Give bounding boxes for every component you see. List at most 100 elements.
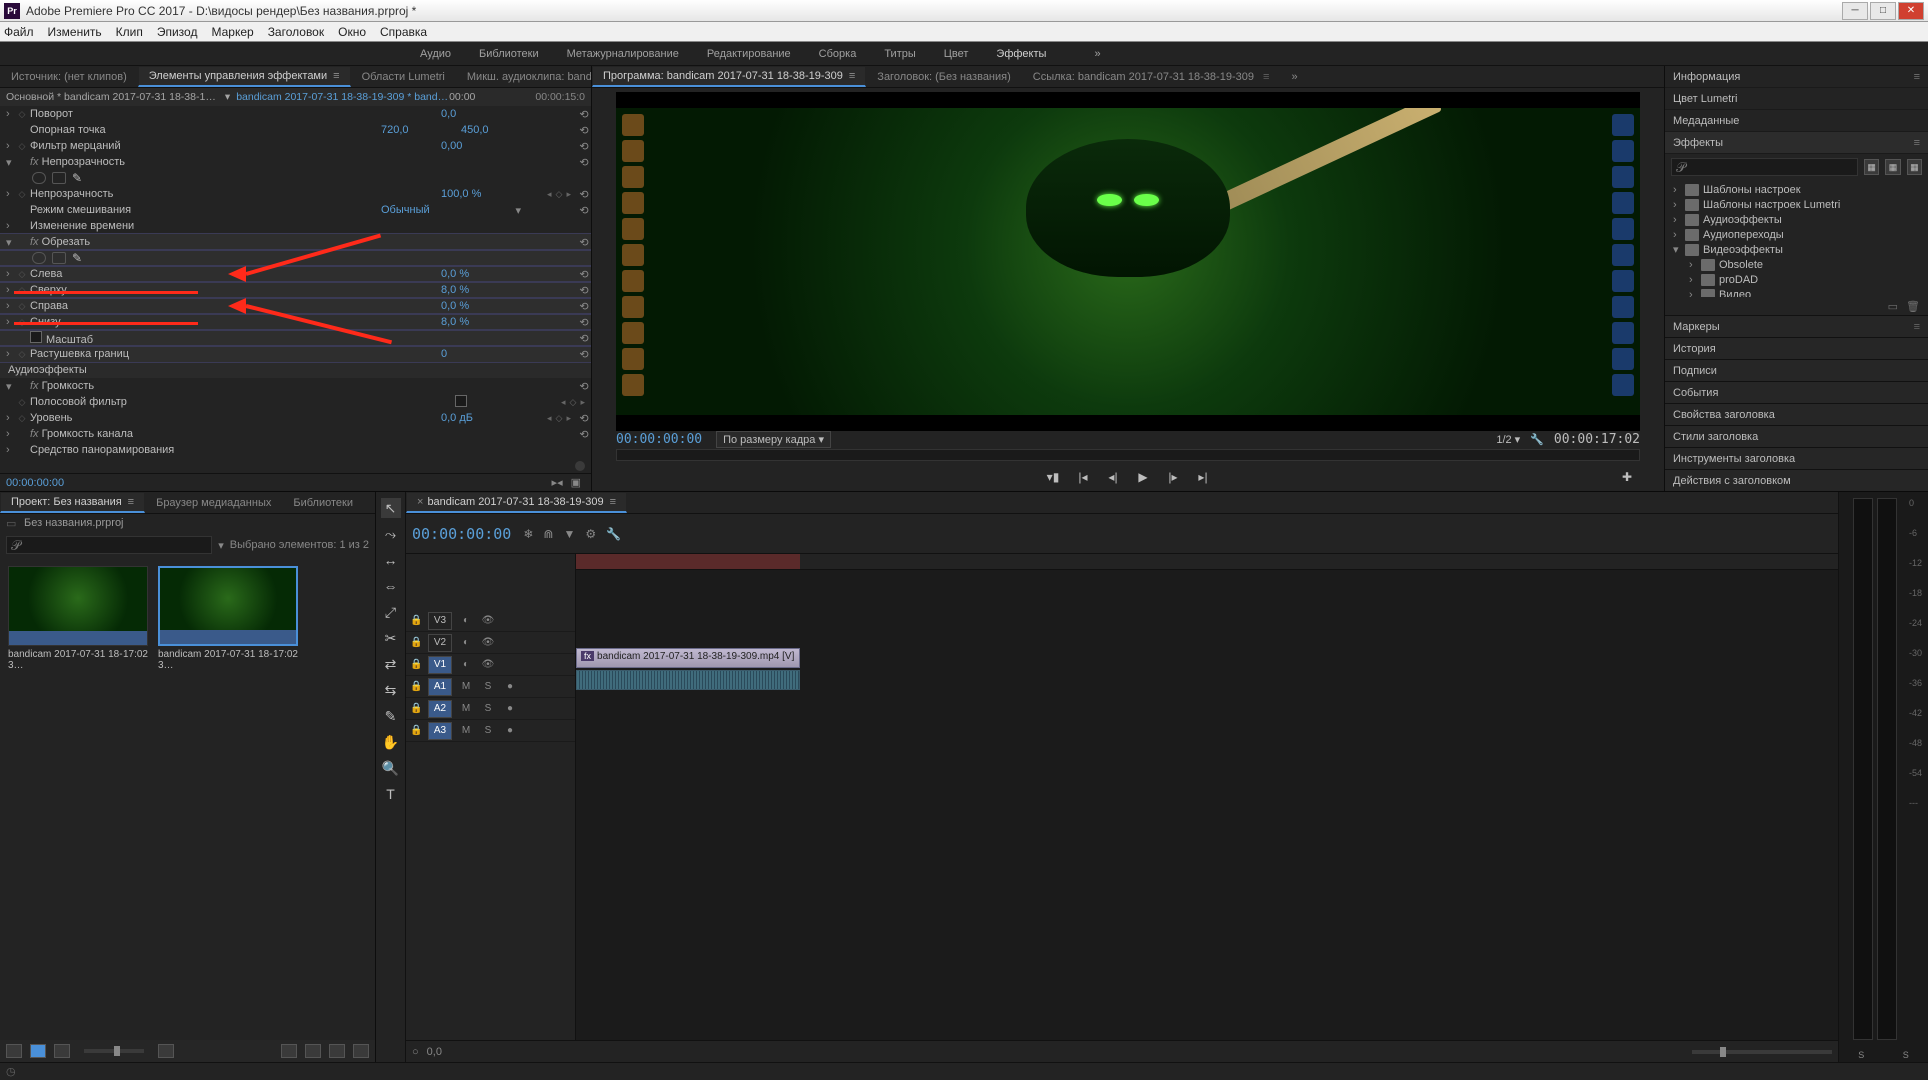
add-marker-icon[interactable]: ▾▮ xyxy=(1044,470,1062,484)
snap-icon[interactable]: ❄ xyxy=(523,527,533,541)
transport-controls[interactable]: ▾▮ |◂ ◂| ▶ |▸ ▸| ✚ xyxy=(592,463,1664,491)
new-item-icon[interactable] xyxy=(329,1044,345,1058)
icon-view-icon[interactable] xyxy=(30,1044,46,1058)
solo-left[interactable]: S xyxy=(1858,1050,1864,1060)
menu-window[interactable]: Окно xyxy=(338,25,366,39)
panel-info[interactable]: Информация≡ xyxy=(1665,66,1928,88)
prop-rotation[interactable]: Поворот xyxy=(28,108,441,120)
search-dropdown-icon[interactable]: ▾ xyxy=(218,539,224,552)
prop-anchor[interactable]: Опорная точка xyxy=(28,124,381,136)
list-view-icon[interactable] xyxy=(6,1044,22,1058)
mask-rect-icon[interactable] xyxy=(52,252,66,264)
trash-icon[interactable]: 🗑 xyxy=(1906,300,1920,313)
timeline-timecode[interactable]: 00:00:00:00 xyxy=(412,525,511,543)
pen-tool-icon[interactable]: ✎ xyxy=(381,706,401,726)
freeform-view-icon[interactable] xyxy=(54,1044,70,1058)
prop-level[interactable]: Уровень xyxy=(28,412,441,424)
notification-icon[interactable]: ◷ xyxy=(6,1065,16,1078)
chevron-down-icon[interactable]: ▾ xyxy=(515,204,521,217)
step-back-icon[interactable]: ◂| xyxy=(1104,470,1122,484)
panel-title-tools[interactable]: Инструменты заголовка xyxy=(1665,447,1928,469)
slip-tool-icon[interactable]: ⇄ xyxy=(381,654,401,674)
filter-yuv-icon[interactable]: ▦ xyxy=(1907,159,1922,175)
tab-link[interactable]: Ссылка: bandicam 2017-07-31 18-38-19-309… xyxy=(1022,68,1281,86)
track-v1[interactable]: V1 xyxy=(428,656,452,674)
ripple-edit-icon[interactable]: ↔ xyxy=(381,550,401,570)
effect-channel-volume[interactable]: Громкость канала xyxy=(28,428,521,440)
minimize-button[interactable]: ─ xyxy=(1842,2,1868,20)
effect-controls-body[interactable]: ›◇Поворот0,0⟲ Опорная точка720,0450,0⟲ ›… xyxy=(0,106,591,473)
panel-title-styles[interactable]: Стили заголовка xyxy=(1665,425,1928,447)
program-tc-left[interactable]: 00:00:00:00 xyxy=(616,432,702,447)
prop-antiflicker[interactable]: Фильтр мерцаний xyxy=(28,140,441,152)
close-button[interactable]: ✕ xyxy=(1898,2,1924,20)
track-a1[interactable]: A1 xyxy=(428,678,452,696)
workspace-metalogging[interactable]: Метажурналирование xyxy=(567,48,679,60)
effects-search-input[interactable] xyxy=(1671,158,1858,176)
workspace-overflow[interactable]: » xyxy=(1094,48,1100,60)
effect-volume[interactable]: Громкость xyxy=(28,380,521,392)
tab-effect-controls[interactable]: Элементы управления эффектами≡ xyxy=(138,67,351,87)
panel-lumetri-color[interactable]: Цвет Lumetri xyxy=(1665,88,1928,110)
program-monitor-view[interactable] xyxy=(616,92,1640,431)
solo-right[interactable]: S xyxy=(1903,1050,1909,1060)
effect-crop[interactable]: Обрезать xyxy=(28,236,441,248)
panel-events[interactable]: События xyxy=(1665,381,1928,403)
panel-title-props[interactable]: Свойства заголовка xyxy=(1665,403,1928,425)
prop-crop-zoom[interactable]: Масштаб xyxy=(28,331,521,346)
tab-program[interactable]: Программа: bandicam 2017-07-31 18-38-19-… xyxy=(592,67,866,87)
filter-32bit-icon[interactable]: ▦ xyxy=(1885,159,1900,175)
lock-icon[interactable]: 🔒 xyxy=(410,615,422,626)
workspace-tabs[interactable]: Аудио Библиотеки Метажурналирование Реда… xyxy=(0,42,1928,66)
sort-icon[interactable] xyxy=(158,1044,174,1058)
prop-crop-bottom[interactable]: Снизу xyxy=(28,316,441,328)
scroll-indicator[interactable] xyxy=(575,461,585,471)
panel-effects[interactable]: Эффекты≡ xyxy=(1665,132,1928,154)
new-bin-icon[interactable]: ▭ xyxy=(1888,300,1898,313)
source-panel-tabs[interactable]: Источник: (нет клипов) Элементы управлен… xyxy=(0,66,591,88)
menu-marker[interactable]: Маркер xyxy=(211,25,253,39)
tab-libraries[interactable]: Библиотеки xyxy=(282,494,364,512)
track-v2[interactable]: V2 xyxy=(428,634,452,652)
trash-icon[interactable] xyxy=(353,1044,369,1058)
rate-stretch-icon[interactable]: ⤢ xyxy=(381,602,401,622)
find-icon[interactable] xyxy=(281,1044,297,1058)
go-to-in-icon[interactable]: |◂ xyxy=(1074,470,1092,484)
project-clip-2[interactable]: bandicam 2017-07-31 18-3…17:02 xyxy=(158,566,298,671)
razor-tool-icon[interactable]: ✂ xyxy=(381,628,401,648)
timeline-zoom-slider[interactable] xyxy=(1692,1050,1832,1054)
menu-bar[interactable]: Файл Изменить Клип Эпизод Маркер Заголов… xyxy=(0,22,1928,42)
filter-accelerated-icon[interactable]: ▦ xyxy=(1864,159,1879,175)
tab-title[interactable]: Заголовок: (Без названия) xyxy=(866,68,1021,86)
workspace-color[interactable]: Цвет xyxy=(944,48,969,60)
effect-time-remapping[interactable]: Изменение времени xyxy=(28,220,591,232)
tab-project[interactable]: Проект: Без названия≡ xyxy=(0,493,145,513)
track-a2[interactable]: A2 xyxy=(428,700,452,718)
go-to-out-icon[interactable]: ▸| xyxy=(1194,470,1212,484)
timeline-clip-audio[interactable] xyxy=(576,670,800,690)
prop-crop-left[interactable]: Слева xyxy=(28,268,441,280)
menu-help[interactable]: Справка xyxy=(380,25,427,39)
track-v3[interactable]: V3 xyxy=(428,612,452,630)
effects-tree[interactable]: ›Шаблоны настроек ›Шаблоны настроек Lume… xyxy=(1665,180,1928,297)
record-button[interactable]: ● xyxy=(502,681,518,692)
workspace-libraries[interactable]: Библиотеки xyxy=(479,48,539,60)
mask-ellipse-icon[interactable] xyxy=(32,172,46,184)
panel-metadata[interactable]: Медаданные xyxy=(1665,110,1928,132)
timeline-clip-video[interactable]: fxbandicam 2017-07-31 18-38-19-309.mp4 [… xyxy=(576,648,800,668)
effects-search[interactable]: ▦ ▦ ▦ xyxy=(1665,154,1928,180)
program-ruler[interactable] xyxy=(616,449,1640,461)
hand-tool-icon[interactable]: ✋ xyxy=(381,732,401,752)
value-rotation[interactable]: 0,0 xyxy=(441,108,521,120)
tab-audio-mixer[interactable]: Микш. аудиоклипа: bandicam 2017-07-31 1 xyxy=(456,68,591,86)
menu-clip[interactable]: Клип xyxy=(116,25,143,39)
toggle-timeline-icon[interactable]: ▣ xyxy=(571,476,581,489)
tab-media-browser[interactable]: Браузер медиаданных xyxy=(145,494,282,512)
prop-crop-right[interactable]: Справа xyxy=(28,300,441,312)
rolling-edit-icon[interactable]: ⇔ xyxy=(381,576,401,596)
linked-selection-icon[interactable]: ⋒ xyxy=(543,527,553,541)
step-forward-icon[interactable]: |▸ xyxy=(1164,470,1182,484)
type-tool-icon[interactable]: T xyxy=(381,784,401,804)
timeline-canvas[interactable]: fxbandicam 2017-07-31 18-38-19-309.mp4 [… xyxy=(576,554,1838,1040)
checkbox-zoom[interactable] xyxy=(30,331,42,343)
